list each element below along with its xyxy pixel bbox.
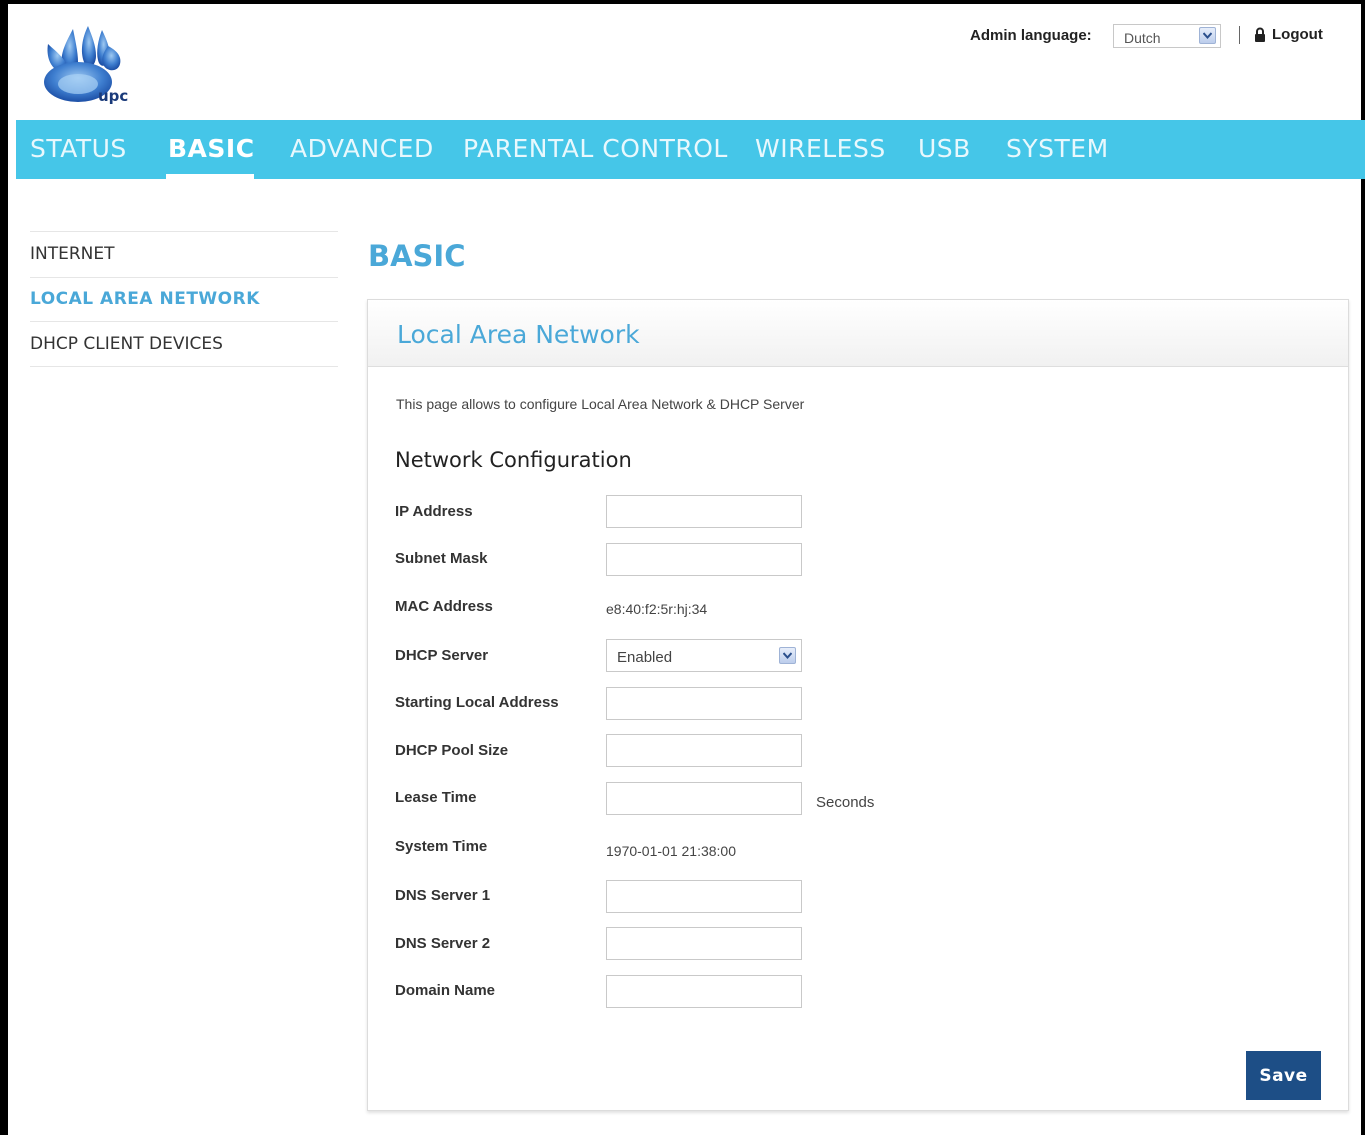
subnet-mask-input[interactable] [606, 543, 802, 576]
logo-text: upc [98, 87, 129, 105]
sidebar-item-local-area-network[interactable]: LOCAL AREA NETWORK [30, 289, 260, 309]
logout-link[interactable]: Logout [1254, 26, 1323, 43]
ip-address-label: IP Address [395, 503, 473, 520]
nav-basic[interactable]: BASIC [168, 134, 255, 163]
sidebar-item-dhcp-client-devices[interactable]: DHCP CLIENT DEVICES [30, 334, 223, 354]
header-separator [1239, 26, 1240, 44]
dns-server-2-input[interactable] [606, 927, 802, 960]
sidebar-divider [30, 277, 338, 278]
page-frame: upc Admin language: Dutch Logout STATUS … [0, 0, 1365, 1135]
dns-server-1-input[interactable] [606, 880, 802, 913]
starting-local-address-input[interactable] [606, 687, 802, 720]
dns-server-2-label: DNS Server 2 [395, 935, 491, 952]
ip-address-input[interactable] [606, 495, 802, 528]
lease-time-label: Lease Time [395, 789, 477, 806]
panel-title: Local Area Network [397, 320, 640, 349]
dhcp-pool-size-input[interactable] [606, 734, 802, 767]
sidebar-divider [30, 321, 338, 322]
starting-local-address-label: Starting Local Address [395, 694, 559, 711]
nav-wireless[interactable]: WIRELESS [755, 134, 886, 163]
lease-time-input[interactable] [606, 782, 802, 815]
page-title: BASIC [368, 239, 466, 273]
logout-label: Logout [1272, 26, 1323, 43]
nav-parental-control[interactable]: PARENTAL CONTROL [463, 134, 728, 163]
sidebar-divider [30, 231, 338, 232]
dhcp-server-label: DHCP Server [395, 647, 489, 664]
mac-address-label: MAC Address [395, 598, 493, 615]
lock-icon [1255, 27, 1265, 42]
subnet-mask-label: Subnet Mask [395, 550, 488, 567]
nav-system[interactable]: SYSTEM [1006, 134, 1109, 163]
chevron-down-icon[interactable] [1199, 27, 1216, 44]
system-time-label: System Time [395, 838, 488, 855]
mac-address-value: e8:40:f2:5r:hj:34 [606, 601, 708, 617]
dns-server-1-label: DNS Server 1 [395, 887, 491, 904]
dhcp-pool-size-label: DHCP Pool Size [395, 742, 509, 759]
nav-advanced[interactable]: ADVANCED [290, 134, 434, 163]
dhcp-server-value: Enabled [617, 649, 673, 666]
save-button[interactable]: Save [1246, 1051, 1321, 1100]
dhcp-server-select[interactable]: Enabled [606, 639, 802, 672]
chevron-down-icon[interactable] [779, 647, 796, 664]
system-time-value: 1970-01-01 21:38:00 [606, 843, 736, 859]
section-title: Network Configuration [395, 448, 632, 472]
lease-time-unit: Seconds [816, 794, 875, 811]
panel-header: Local Area Network [368, 300, 1348, 367]
sidebar-divider [30, 366, 338, 367]
admin-language-value: Dutch [1124, 30, 1161, 46]
page-description: This page allows to configure Local Area… [396, 396, 805, 412]
nav-active-indicator [166, 174, 254, 179]
domain-name-input[interactable] [606, 975, 802, 1008]
admin-language-label: Admin language: [970, 27, 1092, 44]
admin-language-select[interactable]: Dutch [1113, 24, 1221, 48]
sidebar-item-internet[interactable]: INTERNET [30, 244, 115, 264]
main-nav: STATUS BASIC ADVANCED PARENTAL CONTROL W… [16, 120, 1365, 179]
nav-status[interactable]: STATUS [30, 134, 127, 163]
nav-usb[interactable]: USB [918, 134, 971, 163]
domain-name-label: Domain Name [395, 982, 496, 999]
